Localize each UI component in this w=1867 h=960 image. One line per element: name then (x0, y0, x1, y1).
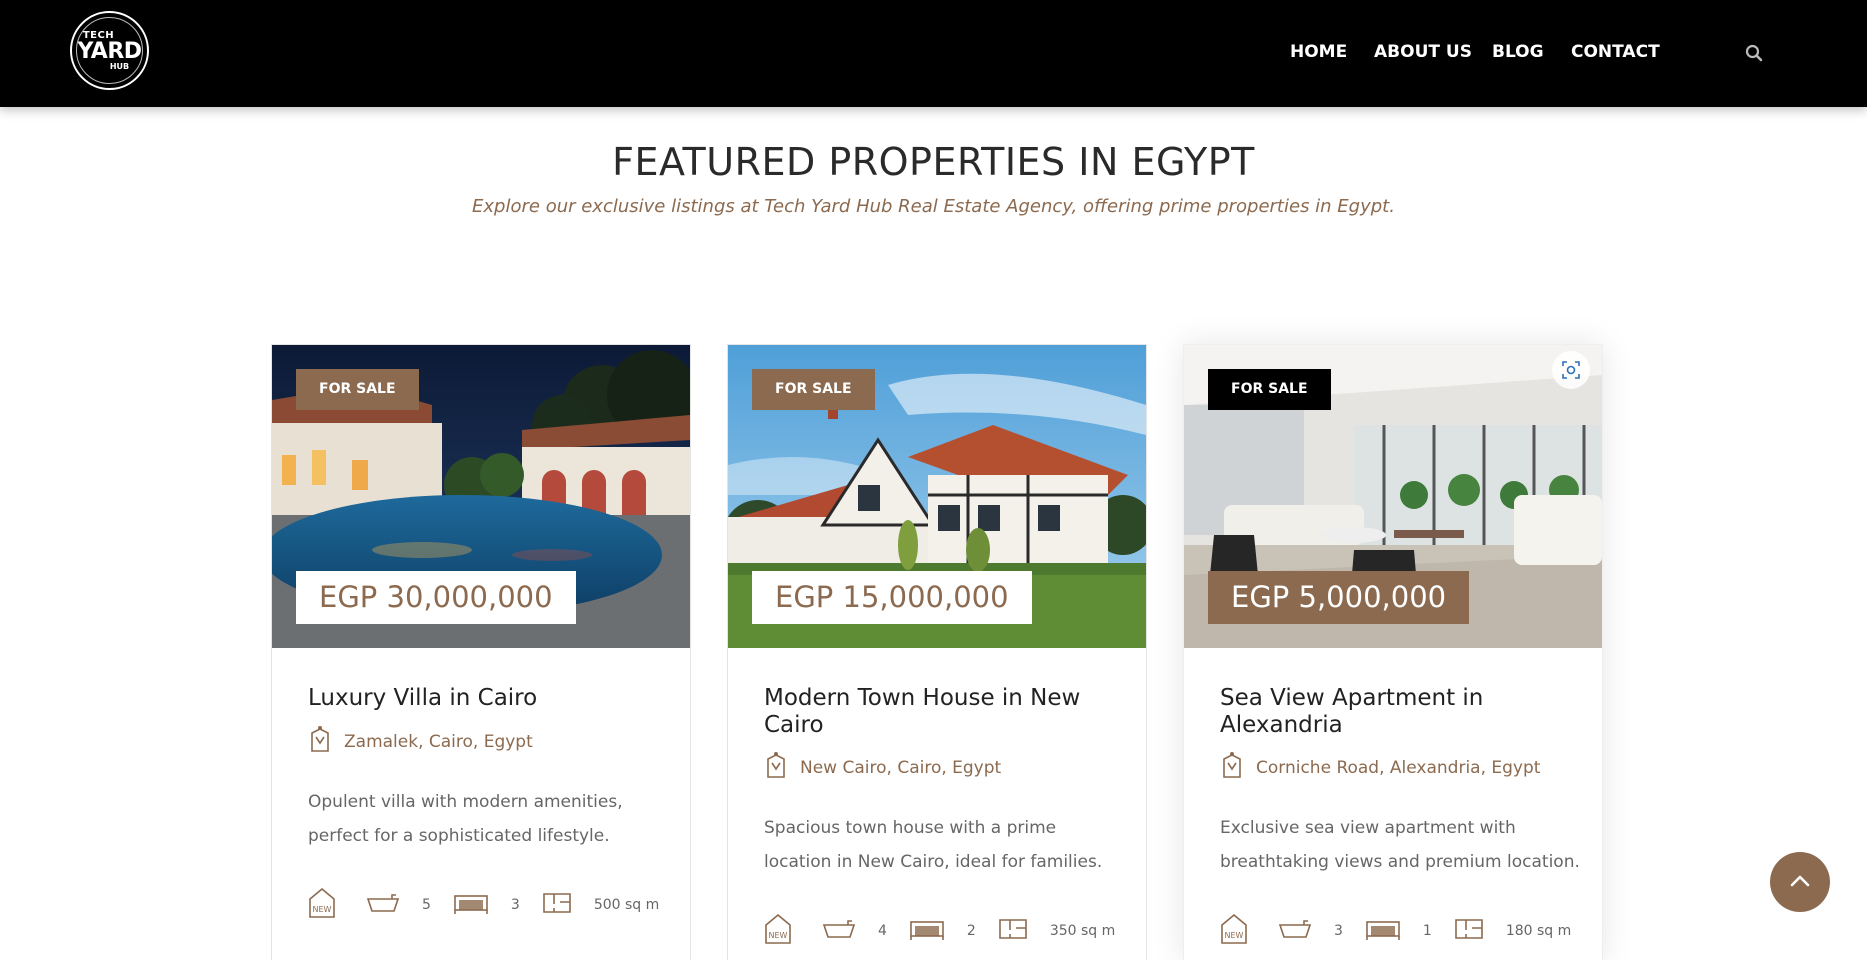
scan-icon (1561, 360, 1581, 380)
price-tag: EGP 5,000,000 (1208, 571, 1470, 624)
property-image[interactable]: FOR SALE EGP 5,000,000 (1184, 345, 1602, 648)
floorplan-icon (1454, 918, 1484, 944)
property-card[interactable]: FOR SALE EGP 5,000,000 Sea View Apartmen… (1183, 344, 1603, 960)
new-label-icon: NEW (308, 887, 336, 923)
property-image[interactable]: FOR SALE EGP 30,000,000 (272, 345, 690, 648)
bathrooms-count: 4 (878, 923, 887, 939)
location-text: Zamalek, Cairo, Egypt (344, 731, 533, 752)
property-description: Exclusive sea view apartment with breath… (1220, 818, 1580, 872)
map-pin-icon (764, 751, 800, 784)
property-title[interactable]: Luxury Villa in Cairo (308, 685, 658, 712)
new-label-icon: NEW (764, 913, 792, 949)
back-to-top-button[interactable] (1770, 852, 1830, 912)
price-tag: EGP 15,000,000 (752, 571, 1032, 624)
property-location: Corniche Road, Alexandria, Egypt (1220, 751, 1540, 784)
bed-icon (453, 892, 489, 918)
bathrooms-count: 5 (422, 897, 431, 913)
floorplan-icon (542, 892, 572, 918)
site-header: TECH YARD HUB HOME ABOUT US BLOG CONTACT (0, 0, 1867, 107)
logo-ring (76, 17, 143, 84)
property-location: New Cairo, Cairo, Egypt (764, 751, 1001, 784)
nav-blog[interactable]: BLOG (1492, 42, 1544, 62)
bathtub-icon (822, 919, 856, 943)
nav-home[interactable]: HOME (1290, 42, 1347, 62)
svg-text:NEW: NEW (313, 905, 332, 914)
chevron-up-icon (1789, 873, 1811, 892)
for-sale-badge: FOR SALE (752, 369, 875, 410)
bed-icon (1365, 918, 1401, 944)
new-label-icon: NEW (1220, 913, 1248, 949)
map-pin-icon (1220, 751, 1256, 784)
area-size: 180 sq m (1505, 923, 1572, 939)
nav-about-us[interactable]: ABOUT US (1374, 42, 1472, 62)
svg-text:NEW: NEW (1225, 931, 1244, 940)
site-logo[interactable]: TECH YARD HUB (70, 11, 149, 90)
price-tag: EGP 30,000,000 (296, 571, 576, 624)
bedrooms-count: 3 (510, 897, 520, 913)
for-sale-badge: FOR SALE (296, 369, 419, 410)
property-title[interactable]: Sea View Apartment in Alexandria (1220, 685, 1570, 739)
area-size: 500 sq m (593, 897, 660, 913)
bathtub-icon (366, 893, 400, 917)
bathrooms-count: 3 (1334, 923, 1343, 939)
area-size: 350 sq m (1049, 923, 1116, 939)
property-description: Opulent villa with modern amenities, per… (308, 792, 623, 846)
property-image[interactable]: FOR SALE EGP 15,000,000 (728, 345, 1146, 648)
location-text: New Cairo, Cairo, Egypt (800, 757, 1002, 778)
property-features: NEW 3 1 180 sq m (1220, 913, 1571, 949)
for-sale-badge: FOR SALE (1208, 369, 1331, 410)
map-pin-icon (308, 725, 344, 758)
section-title: FEATURED PROPERTIES IN EGYPT (612, 140, 1255, 184)
property-card[interactable]: FOR SALE EGP 30,000,000 Luxury Villa in … (271, 344, 691, 960)
floorplan-icon (998, 918, 1028, 944)
bedrooms-count: 2 (966, 923, 976, 939)
property-description: Spacious town house with a prime locatio… (764, 818, 1103, 872)
image-zoom-button[interactable] (1552, 351, 1590, 389)
nav-contact[interactable]: CONTACT (1571, 42, 1660, 62)
section-subtitle: Explore our exclusive listings at Tech Y… (472, 196, 1395, 217)
location-text: Corniche Road, Alexandria, Egypt (1256, 757, 1541, 778)
property-features: NEW 4 2 350 sq m (764, 913, 1115, 949)
search-icon[interactable] (1745, 44, 1763, 62)
property-card[interactable]: FOR SALE EGP 15,000,000 Modern Town Hous… (727, 344, 1147, 960)
property-location: Zamalek, Cairo, Egypt (308, 725, 533, 758)
property-title[interactable]: Modern Town House in New Cairo (764, 685, 1114, 739)
bathtub-icon (1278, 919, 1312, 943)
bed-icon (909, 918, 945, 944)
property-features: NEW 5 3 500 sq m (308, 887, 659, 923)
bedrooms-count: 1 (1422, 923, 1432, 939)
svg-text:NEW: NEW (769, 931, 788, 940)
